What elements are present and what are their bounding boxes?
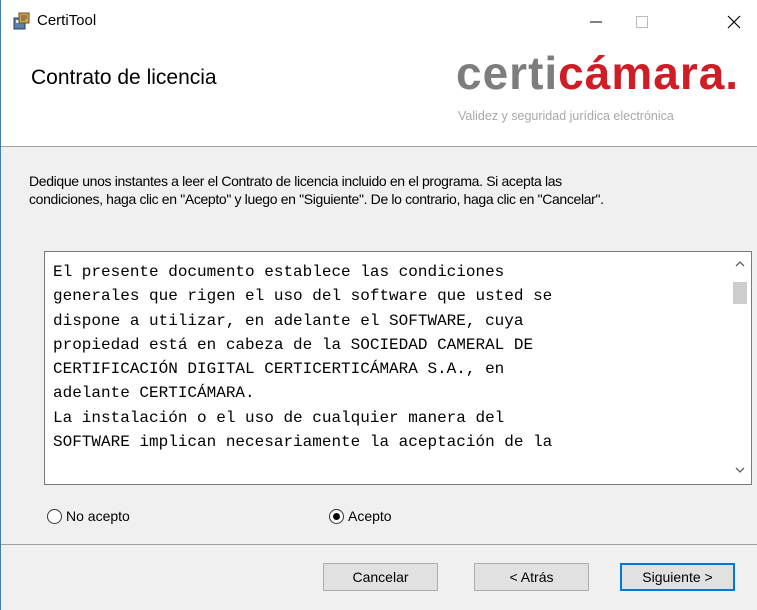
license-line: El presente documento establece las cond…	[53, 263, 505, 281]
title-bar: CertiTool	[1, 0, 757, 44]
next-button[interactable]: Siguiente >	[620, 563, 735, 591]
license-line: generales que rigen el uso del software …	[53, 287, 553, 306]
maximize-icon	[636, 16, 648, 28]
license-line: CERTIFICACIÓN DIGITAL CERTICERTICÁMARA S…	[53, 360, 505, 379]
certicamara-logo: certicámara. Validez y seguridad jurídic…	[453, 46, 757, 132]
close-button[interactable]	[711, 0, 757, 44]
license-textbox[interactable]: El presente documento establece las cond…	[44, 251, 752, 485]
radio-label: Acepto	[348, 508, 392, 524]
scroll-down-button[interactable]	[729, 460, 751, 480]
installer-window: CertiTool Contrato de licencia certicáma…	[0, 0, 757, 610]
minimize-button[interactable]	[573, 0, 619, 44]
radio-selected-dot	[333, 512, 340, 520]
radio-no-acepto[interactable]: No acepto	[47, 508, 130, 524]
vertical-scrollbar[interactable]	[729, 252, 751, 484]
radio-acepto[interactable]: Acepto	[329, 508, 392, 524]
license-line: dispone a utilizar, en adelante el SOFTW…	[53, 311, 524, 330]
footer-separator	[1, 544, 757, 545]
radio-circle[interactable]	[47, 508, 62, 524]
window-title: CertiTool	[37, 12, 97, 29]
license-line: propiedad está en cabeza de la SOCIEDAD …	[53, 335, 534, 354]
maximize-button[interactable]	[619, 0, 665, 44]
intro-line: condiciones, haga clic en "Acepto" y lue…	[29, 191, 604, 207]
license-line: La instalación o el uso de cualquier man…	[53, 408, 505, 427]
license-line: adelante CERTICÁMARA.	[53, 384, 255, 403]
minimize-icon	[590, 21, 602, 23]
logo-wordmark: certicámara.	[456, 46, 739, 100]
cancel-button[interactable]: Cancelar	[323, 563, 438, 591]
header-banner: Contrato de licencia certicámara. Valide…	[1, 44, 757, 147]
logo-tagline: Validez y seguridad jurídica electrónica	[458, 109, 674, 123]
intro-text: Dedique unos instantes a leer el Contrat…	[29, 172, 754, 208]
close-icon	[727, 15, 741, 29]
radio-circle-selected[interactable]	[329, 508, 344, 524]
logo-part-red: cámara.	[558, 47, 740, 99]
license-line: SOFTWARE implican necesariamente la acep…	[53, 433, 553, 452]
license-text: El presente documento establece las cond…	[53, 260, 723, 486]
radio-label: No acepto	[66, 508, 130, 524]
logo-part-gray: certi	[456, 47, 559, 99]
installer-icon	[13, 12, 31, 30]
scroll-thumb[interactable]	[733, 282, 747, 304]
intro-line: Dedique unos instantes a leer el Contrat…	[29, 173, 562, 189]
page-title: Contrato de licencia	[31, 66, 217, 89]
chevron-down-icon	[735, 467, 745, 473]
scroll-up-button[interactable]	[729, 254, 751, 274]
chevron-up-icon	[735, 261, 745, 267]
back-button[interactable]: < Atrás	[474, 563, 589, 591]
